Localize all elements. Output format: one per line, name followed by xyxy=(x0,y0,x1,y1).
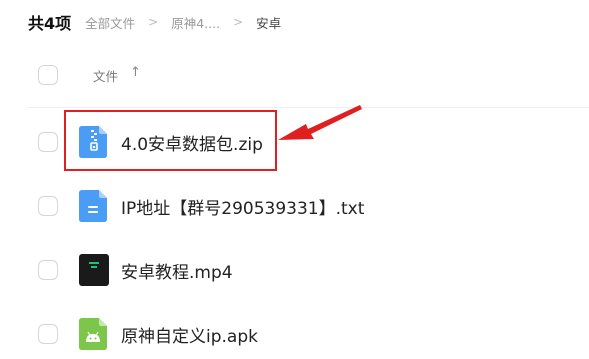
file-row[interactable]: IP地址【群号290539331】.txt xyxy=(0,176,589,236)
column-name-label[interactable]: 文件 xyxy=(93,66,118,85)
column-header: 文件 ↑ xyxy=(0,56,589,94)
apk-file-icon xyxy=(79,318,107,350)
file-name[interactable]: 安卓教程.mp4 xyxy=(121,258,233,283)
file-row[interactable]: 原神自定义ip.apk xyxy=(0,304,589,359)
file-name[interactable]: 原神自定义ip.apk xyxy=(121,322,258,347)
breadcrumb-android: 安卓 xyxy=(256,15,282,31)
row-checkbox[interactable] xyxy=(38,324,58,344)
txt-file-icon xyxy=(79,190,107,222)
sort-ascending-icon[interactable]: ↑ xyxy=(130,65,141,80)
item-count: 共4项 xyxy=(28,14,72,33)
row-checkbox[interactable] xyxy=(38,132,58,152)
file-row[interactable]: 安卓教程.mp4 xyxy=(0,240,589,300)
row-checkbox[interactable] xyxy=(38,196,58,216)
select-all-checkbox[interactable] xyxy=(38,65,58,85)
header-bar: 共4项 全部文件 > 原神4.... > 安卓 xyxy=(28,10,281,34)
breadcrumb-all-files[interactable]: 全部文件 xyxy=(85,13,135,32)
breadcrumb-separator: > xyxy=(233,15,244,29)
row-checkbox[interactable] xyxy=(38,260,58,280)
video-file-icon xyxy=(79,254,109,286)
file-name[interactable]: IP地址【群号290539331】.txt xyxy=(121,194,364,219)
breadcrumb-separator: > xyxy=(148,15,159,29)
breadcrumb-genshin[interactable]: 原神4.... xyxy=(171,13,220,32)
highlight-box xyxy=(64,110,277,171)
annotation-arrow-icon xyxy=(278,105,362,140)
file-list-page: 共4项 全部文件 > 原神4.... > 安卓 文件 ↑ 4.0安卓数据包.zi… xyxy=(0,0,589,359)
